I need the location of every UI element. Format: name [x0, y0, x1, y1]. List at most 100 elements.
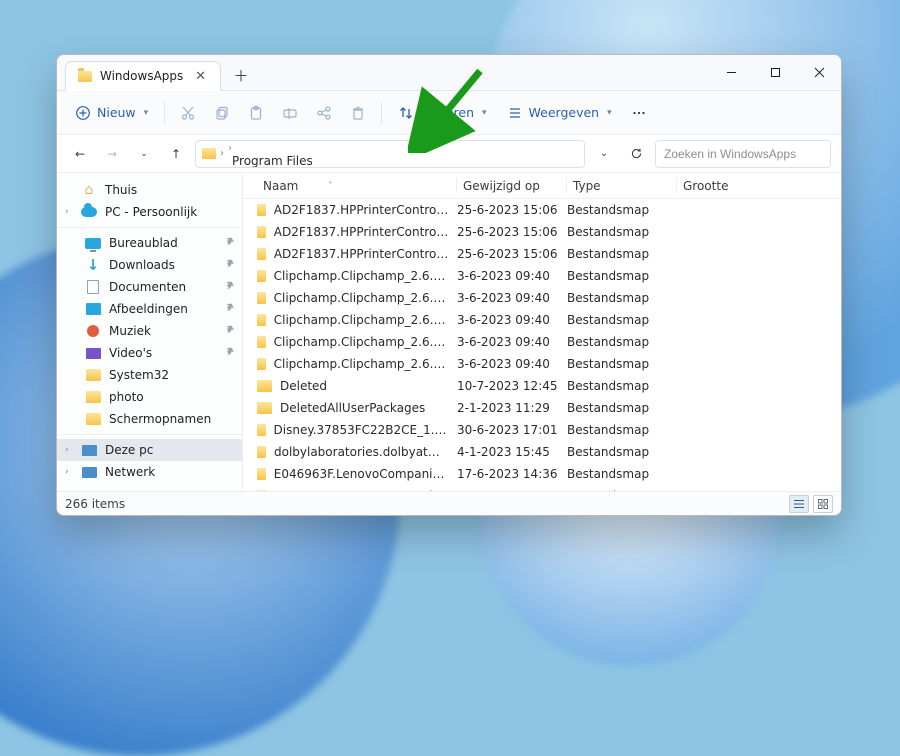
file-name: AD2F1837.HPPrinterControl_146.3.1087.0_n… — [274, 203, 449, 217]
share-button[interactable] — [309, 98, 339, 128]
more-button[interactable] — [624, 98, 654, 128]
details-view-button[interactable] — [789, 495, 809, 513]
copy-button[interactable] — [207, 98, 237, 128]
maximize-button[interactable] — [753, 55, 797, 91]
folder-icon — [257, 204, 266, 216]
close-icon[interactable]: ✕ — [193, 69, 208, 84]
sidebar-item[interactable]: Schermopnamen — [57, 408, 242, 430]
sidebar-item-label: Muziek — [109, 324, 151, 338]
sidebar-item[interactable]: photo — [57, 386, 242, 408]
breadcrumb-segment[interactable]: Program Files — [228, 154, 344, 168]
column-size[interactable]: Grootte — [677, 173, 757, 198]
column-modified[interactable]: Gewijzigd op — [457, 173, 567, 198]
recent-locations-button[interactable]: ⌄ — [131, 141, 157, 167]
file-type: Bestandsmap — [567, 423, 677, 437]
video-icon — [86, 348, 101, 359]
sidebar-item[interactable]: Afbeeldingen — [57, 298, 242, 320]
sidebar-item-label: Afbeeldingen — [109, 302, 188, 316]
up-button[interactable]: ↑ — [163, 141, 189, 167]
tab-windowsapps[interactable]: WindowsApps ✕ — [65, 61, 221, 91]
table-row[interactable]: DeletedAllUserPackages2-1-2023 11:29Best… — [243, 397, 841, 419]
table-row[interactable]: AD2F1837.HPPrinterControl_146.3.1087.0_n… — [243, 199, 841, 221]
table-row[interactable]: Clipchamp.Clipchamp_2.6.2.0_neutral_spli… — [243, 309, 841, 331]
paste-button[interactable] — [241, 98, 271, 128]
sidebar-item-label: PC - Persoonlijk — [105, 205, 197, 219]
table-row[interactable]: dolbylaboratories.dolbyatmosforgaming_3.… — [243, 441, 841, 463]
file-modified: 4-1-2023 15:45 — [457, 445, 567, 459]
chevron-right-icon[interactable]: › — [65, 467, 69, 477]
sidebar-item-label: photo — [109, 390, 144, 404]
sidebar-item-home[interactable]: ⌂ Thuis — [57, 179, 242, 201]
sidebar-item[interactable]: Video's — [57, 342, 242, 364]
file-name: Disney.37853FC22B2CE_1.55.2.0_x64__6rarf… — [274, 423, 449, 437]
home-icon: ⌂ — [81, 182, 97, 198]
column-type[interactable]: Type — [567, 173, 677, 198]
table-row[interactable]: Disney.37853FC22B2CE_1.55.2.0_x64__6rarf… — [243, 419, 841, 441]
sidebar-item-label: Thuis — [105, 183, 137, 197]
table-row[interactable]: Clipchamp.Clipchamp_2.6.2.0_neutral_spli… — [243, 353, 841, 375]
back-button[interactable]: ← — [67, 141, 93, 167]
minimize-button[interactable] — [709, 55, 753, 91]
view-label: Weergeven — [529, 105, 600, 120]
breadcrumb[interactable]: › Deze pc›Windows-SSD (C:)›Program Files… — [195, 140, 585, 168]
folder-icon — [86, 369, 101, 381]
close-window-button[interactable] — [797, 55, 841, 91]
folder-icon — [257, 358, 266, 370]
sidebar-item-network[interactable]: › Netwerk — [57, 461, 242, 483]
search-input[interactable] — [655, 140, 831, 168]
large-icons-view-button[interactable] — [813, 495, 833, 513]
new-tab-button[interactable]: ＋ — [227, 62, 255, 90]
table-row[interactable]: Clipchamp.Clipchamp_2.6.2.0_neutral_~_yx… — [243, 287, 841, 309]
folder-icon — [257, 314, 266, 326]
chevron-right-icon[interactable]: › — [65, 207, 69, 217]
sort-button[interactable]: Sorteren ▾ — [390, 98, 494, 128]
sidebar-item-label: Deze pc — [105, 443, 153, 457]
forward-button[interactable]: → — [99, 141, 125, 167]
sidebar-item-onedrive[interactable]: › PC - Persoonlijk — [57, 201, 242, 223]
file-name: Clipchamp.Clipchamp_2.6.2.0_neutral_~yxz… — [274, 269, 449, 283]
chevron-right-icon[interactable]: › — [65, 445, 69, 455]
chevron-right-icon[interactable]: › — [228, 143, 232, 154]
sidebar-item[interactable]: Bureaublad — [57, 232, 242, 254]
table-row[interactable]: E046963F.LenovoCompanion_10.2305.16.0_ne… — [243, 463, 841, 485]
music-icon — [87, 325, 99, 337]
file-type: Bestandsmap — [567, 269, 677, 283]
table-row[interactable]: AD2F1837.HPPrinterControl_146.3.1087.0_x… — [243, 243, 841, 265]
folder-icon — [86, 391, 101, 403]
file-name: AD2F1837.HPPrinterControl_146.3.1087.0_n… — [274, 225, 449, 239]
file-modified: 25-6-2023 15:06 — [457, 203, 567, 217]
chevron-down-icon: ▾ — [482, 108, 487, 118]
address-dropdown[interactable]: ⌄ — [591, 141, 617, 167]
file-type: Bestandsmap — [567, 247, 677, 261]
table-row[interactable]: Clipchamp.Clipchamp_2.6.2.0_neutral_spli… — [243, 331, 841, 353]
table-row[interactable]: Clipchamp.Clipchamp_2.6.2.0_neutral_~yxz… — [243, 265, 841, 287]
file-name: Clipchamp.Clipchamp_2.6.2.0_neutral_spli… — [274, 357, 449, 371]
rename-button[interactable] — [275, 98, 305, 128]
column-name[interactable]: Naam ˄ — [257, 173, 457, 198]
file-type: Bestandsmap — [567, 445, 677, 459]
file-type: Bestandsmap — [567, 467, 677, 481]
delete-button[interactable] — [343, 98, 373, 128]
desktop-icon — [85, 238, 101, 249]
file-type: Bestandsmap — [567, 401, 677, 415]
table-row[interactable]: Deleted10-7-2023 12:45Bestandsmap — [243, 375, 841, 397]
chevron-right-icon[interactable]: › — [220, 148, 224, 159]
search-field[interactable] — [664, 147, 819, 161]
folder-icon — [78, 71, 92, 82]
sort-asc-icon: ˄ — [328, 181, 332, 190]
sidebar-item-thispc[interactable]: › Deze pc — [57, 439, 242, 461]
sidebar-item[interactable]: Muziek — [57, 320, 242, 342]
file-name: Clipchamp.Clipchamp_2.6.2.0_neutral_~_yx… — [274, 291, 449, 305]
view-button[interactable]: Weergeven ▾ — [499, 98, 620, 128]
refresh-button[interactable] — [623, 141, 649, 167]
sidebar-item[interactable]: System32 — [57, 364, 242, 386]
sidebar-item-label: Bureaublad — [109, 236, 178, 250]
file-type: Bestandsmap — [567, 225, 677, 239]
sidebar-item[interactable]: ↓Downloads — [57, 254, 242, 276]
toolbar: Nieuw ▾ Sorteren ▾ Weergeven — [57, 91, 841, 135]
cut-button[interactable] — [173, 98, 203, 128]
table-row[interactable]: AD2F1837.HPPrinterControl_146.3.1087.0_n… — [243, 221, 841, 243]
folder-icon — [202, 148, 216, 159]
new-button[interactable]: Nieuw ▾ — [67, 98, 156, 128]
sidebar-item[interactable]: Documenten — [57, 276, 242, 298]
